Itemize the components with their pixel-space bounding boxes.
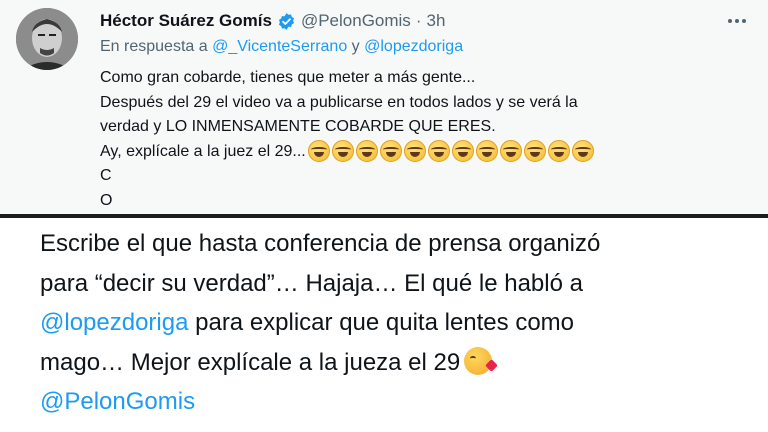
reply-line: @lopezdoriga para explicar que quita len… [40, 303, 740, 343]
tweet-header: Héctor Suárez Gomís @PelonGomis · 3h [100, 9, 445, 33]
reply-line: @PelonGomis [40, 382, 740, 422]
reply-mention-lopezdoriga[interactable]: @lopezdoriga [40, 309, 188, 336]
tweet-line: O [100, 191, 113, 209]
reply-mention-lopezdoriga[interactable]: @lopezdoriga [364, 38, 463, 55]
laughing-emoji-icon [523, 140, 546, 163]
reply-mention-pelongomis[interactable]: @PelonGomis [40, 388, 195, 415]
laughing-emoji-icon [307, 140, 330, 163]
tweet-line: verdad y LO INMENSAMENTE COBARDE QUE ERE… [100, 118, 496, 135]
reply-line-text: mago… Mejor explícale a la jueza el 29 [40, 348, 461, 376]
laughing-emoji-icon [499, 140, 522, 163]
laughing-emoji-icon [427, 140, 450, 163]
tweet-line: Como gran cobarde, tienes que meter a má… [100, 69, 476, 86]
tweet-text: Como gran cobarde, tienes que meter a má… [100, 66, 740, 213]
laughing-emoji-icon [547, 140, 570, 163]
verified-badge-icon [277, 12, 296, 31]
reply-joiner: y [351, 38, 360, 55]
laughing-emoji-icon [331, 140, 354, 163]
reply-tweet: Escribe el que hasta conferencia de pren… [0, 218, 768, 432]
reply-context: En respuesta a @_VicenteSerrano y @lopez… [100, 38, 463, 56]
reply-prefix: En respuesta a [100, 38, 208, 55]
original-tweet: Héctor Suárez Gomís @PelonGomis · 3h En … [0, 0, 768, 214]
reply-text: Escribe el que hasta conferencia de pren… [40, 224, 740, 422]
laughing-emoji-icon [571, 140, 594, 163]
tweet-line: Ay, explícale a la juez el 29... [100, 142, 306, 160]
laughing-emoji-icon [403, 140, 426, 163]
tweet-line-with-emojis: Ay, explícale a la juez el 29... [100, 140, 740, 165]
reply-line: mago… Mejor explícale a la jueza el 29 [40, 343, 740, 383]
tweet-timestamp[interactable]: 3h [426, 11, 445, 31]
kiss-emoji-icon [464, 346, 493, 375]
author-handle[interactable]: @PelonGomis [301, 11, 411, 31]
tweet-line: Después del 29 el video va a publicarse … [100, 93, 578, 111]
laughing-emoji-row [307, 140, 594, 163]
laughing-emoji-icon [355, 140, 378, 163]
reply-line-rest: para explicar que quita lentes como [188, 309, 575, 336]
tweet-line: C [100, 167, 112, 184]
laughing-emoji-icon [475, 140, 498, 163]
reply-line: para “decir su verdad”… Hajaja… El qué l… [40, 269, 583, 297]
more-options-icon[interactable] [722, 10, 752, 32]
laughing-emoji-icon [379, 140, 402, 163]
reply-mention-vicente[interactable]: @_VicenteSerrano [212, 38, 347, 55]
reply-line: Escribe el que hasta conferencia de pren… [40, 230, 601, 257]
laughing-emoji-icon [451, 140, 474, 163]
author-name[interactable]: Héctor Suárez Gomís [100, 11, 272, 31]
header-separator: · [415, 11, 422, 30]
avatar[interactable] [16, 8, 78, 70]
